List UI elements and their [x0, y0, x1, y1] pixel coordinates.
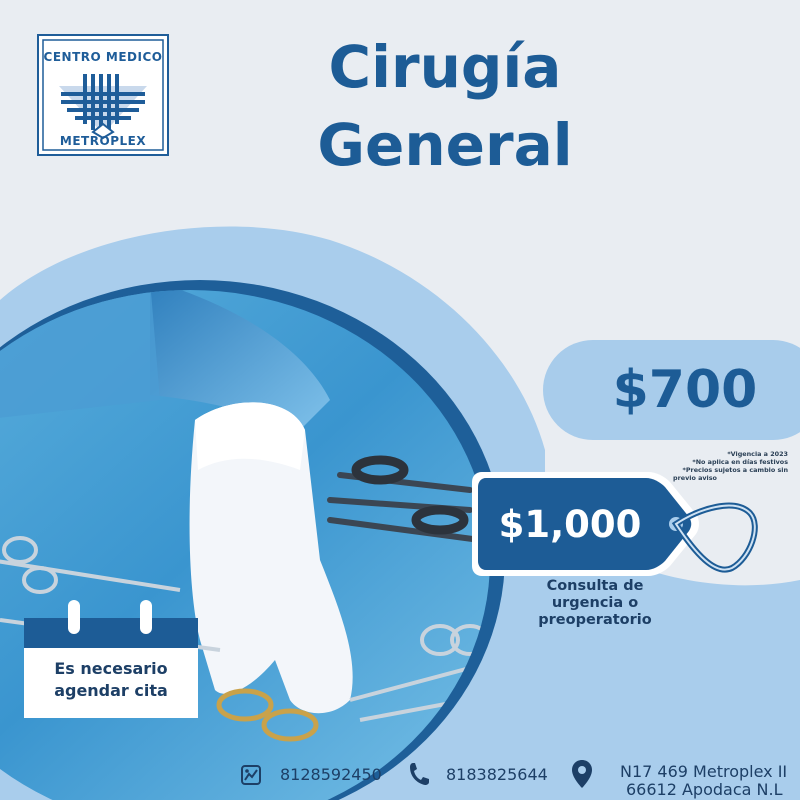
urgent-price: $1,000	[498, 503, 642, 546]
title-line-1: Cirugía	[328, 33, 562, 101]
whatsapp-number: 8128592450	[280, 765, 382, 784]
address-line-1: N17 469 Metroplex II	[620, 762, 788, 781]
phone-icon	[410, 763, 429, 785]
consult-caption-1: Consulta de	[546, 578, 644, 594]
phone-number: 8183825644	[446, 765, 548, 784]
logo-bottom-text: METROPLEX	[59, 134, 147, 148]
clinic-logo: CENTRO MEDICO METROPLEX	[37, 34, 169, 156]
calendar-line-2: agendar cita	[54, 681, 168, 700]
note-1: *Vigencia a 2023	[727, 450, 788, 458]
title-line-2: General	[317, 111, 573, 179]
logo-top-text: CENTRO MEDICO	[43, 50, 163, 64]
whatsapp-icon	[241, 765, 261, 785]
address-line-2: 66612 Apodaca N.L	[626, 780, 783, 799]
consult-caption-3: preoperatorio	[538, 612, 652, 628]
consult-caption-2: urgencia o	[551, 595, 639, 611]
calendar-line-1: Es necesario	[54, 659, 168, 678]
main-price: $700	[612, 360, 758, 420]
location-pin-icon	[572, 760, 592, 788]
poster: CENTRO MEDICO METROPLEX Cirugía General …	[0, 0, 800, 800]
